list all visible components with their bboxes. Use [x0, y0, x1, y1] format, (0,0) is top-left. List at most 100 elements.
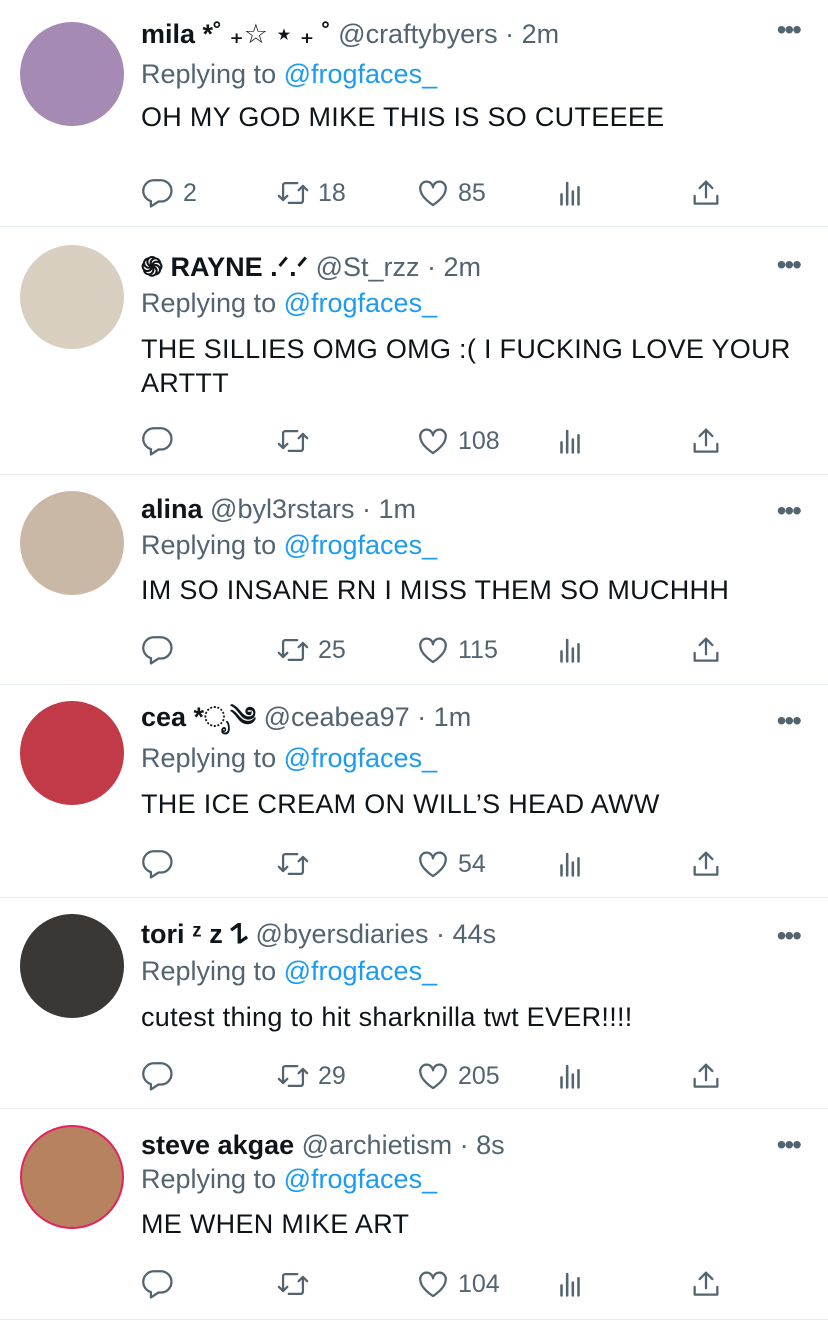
- replying-to: Replying to @frogfaces_: [141, 955, 437, 987]
- analytics-button[interactable]: [553, 632, 587, 668]
- reply-button[interactable]: [141, 1266, 183, 1302]
- more-options-icon[interactable]: •••: [777, 922, 802, 950]
- heart-icon: [419, 1063, 447, 1090]
- like-button[interactable]: 85: [416, 175, 486, 211]
- retweet-button[interactable]: [276, 1266, 318, 1302]
- replying-label: Replying to: [141, 1164, 277, 1194]
- more-options-icon[interactable]: •••: [777, 497, 802, 525]
- like-button[interactable]: 115: [416, 632, 498, 668]
- share-button[interactable]: [689, 1058, 723, 1094]
- analytics-button[interactable]: [553, 423, 587, 459]
- mention-link[interactable]: @frogfaces_: [284, 59, 437, 89]
- heart-icon: [419, 180, 447, 207]
- analytics-button[interactable]: [553, 846, 587, 882]
- analytics-button[interactable]: [553, 1058, 587, 1094]
- tweet-header: steve akgae @archietism · 8s: [141, 1129, 768, 1161]
- reply-tweet[interactable]: mila *˚ ₊☆ ⋆ ₊ ˚ @craftybyers · 2m ••• R…: [0, 0, 828, 227]
- display-name[interactable]: cea *ೃ༄: [141, 702, 256, 732]
- timestamp[interactable]: 44s: [453, 919, 497, 949]
- avatar[interactable]: [20, 914, 124, 1018]
- share-icon: [693, 637, 719, 662]
- reply-tweet[interactable]: tori ᶻ z 𐰁 @byersdiaries · 44s ••• Reply…: [0, 898, 828, 1109]
- mention-link[interactable]: @frogfaces_: [284, 956, 437, 986]
- reply-button[interactable]: 2: [141, 175, 197, 211]
- share-button[interactable]: [689, 423, 723, 459]
- avatar[interactable]: [20, 245, 124, 349]
- tweet-text: ME WHEN MIKE ART: [141, 1209, 410, 1239]
- more-options-icon[interactable]: •••: [777, 251, 802, 279]
- like-count: 115: [458, 635, 498, 664]
- reply-button[interactable]: [141, 846, 183, 882]
- display-name[interactable]: tori ᶻ z 𐰁: [141, 919, 248, 949]
- user-handle[interactable]: @byersdiaries: [256, 919, 429, 949]
- display-name[interactable]: alina: [141, 494, 203, 524]
- reply-button[interactable]: [141, 1058, 183, 1094]
- mention-link[interactable]: @frogfaces_: [284, 1164, 437, 1194]
- like-button[interactable]: 104: [416, 1266, 500, 1302]
- timestamp[interactable]: 1m: [434, 702, 472, 732]
- like-count: 54: [458, 849, 486, 878]
- more-options-icon[interactable]: •••: [777, 1131, 802, 1159]
- heart-icon: [419, 637, 447, 664]
- share-button[interactable]: [689, 175, 723, 211]
- avatar[interactable]: [20, 491, 124, 595]
- user-handle[interactable]: @byl3rstars: [210, 494, 354, 524]
- share-button[interactable]: [689, 846, 723, 882]
- replying-to: Replying to @frogfaces_: [141, 529, 437, 561]
- analytics-button[interactable]: [553, 1266, 587, 1302]
- share-icon: [693, 180, 719, 205]
- retweet-button[interactable]: [276, 423, 318, 459]
- share-icon: [693, 1271, 719, 1296]
- mention-link[interactable]: @frogfaces_: [284, 743, 437, 773]
- tweet-header: tori ᶻ z 𐰁 @byersdiaries · 44s: [141, 918, 768, 950]
- retweet-button[interactable]: 18: [276, 175, 346, 211]
- more-options-icon[interactable]: •••: [777, 707, 802, 735]
- retweet-button[interactable]: 29: [276, 1058, 346, 1094]
- like-button[interactable]: 205: [416, 1058, 500, 1094]
- share-button[interactable]: [689, 1266, 723, 1302]
- user-handle[interactable]: @craftybyers: [338, 19, 497, 49]
- heart-icon: [419, 1271, 447, 1298]
- reply-icon: [142, 1270, 173, 1299]
- reply-tweet[interactable]: alina @byl3rstars · 1m ••• Replying to @…: [0, 475, 828, 685]
- reply-tweet[interactable]: ֍ RAYNE .ᐟ.ᐟ @St_rzz · 2m ••• Replying t…: [0, 227, 828, 475]
- tweet-text: cutest thing to hit sharknilla twt EVER!…: [141, 1002, 633, 1032]
- user-handle[interactable]: @St_rzz: [316, 252, 420, 282]
- avatar[interactable]: [20, 22, 124, 126]
- user-handle[interactable]: @archietism: [302, 1130, 452, 1160]
- reply-tweet[interactable]: cea *ೃ༄ @ceabea97 · 1m ••• Replying to @…: [0, 685, 828, 898]
- replying-label: Replying to: [141, 288, 277, 318]
- retweet-button[interactable]: [276, 846, 318, 882]
- tweet-actions: 2 18 85: [141, 175, 741, 211]
- like-button[interactable]: 108: [416, 423, 500, 459]
- avatar[interactable]: [20, 701, 124, 805]
- tweet-actions: 108: [141, 423, 741, 459]
- retweet-icon: [277, 638, 309, 662]
- retweet-icon: [277, 181, 309, 205]
- reply-button[interactable]: [141, 632, 183, 668]
- timestamp[interactable]: 2m: [444, 252, 482, 282]
- reply-icon: [142, 636, 173, 665]
- tweet-actions: 29 205: [141, 1058, 741, 1094]
- display-name[interactable]: steve akgae: [141, 1130, 294, 1160]
- reply-button[interactable]: [141, 423, 183, 459]
- heart-icon: [419, 428, 447, 455]
- reply-tweet[interactable]: steve akgae @archietism · 8s ••• Replyin…: [0, 1109, 828, 1320]
- analytics-button[interactable]: [553, 175, 587, 211]
- like-count: 104: [458, 1269, 500, 1298]
- display-name[interactable]: mila *˚ ₊☆ ⋆ ₊ ˚: [141, 19, 331, 49]
- timestamp[interactable]: 2m: [522, 19, 560, 49]
- more-options-icon[interactable]: •••: [777, 16, 802, 44]
- analytics-icon: [560, 852, 580, 877]
- avatar[interactable]: [20, 1125, 124, 1229]
- like-button[interactable]: 54: [416, 846, 486, 882]
- retweet-count: 25: [318, 635, 346, 664]
- share-button[interactable]: [689, 632, 723, 668]
- timestamp[interactable]: 8s: [476, 1130, 505, 1160]
- timestamp[interactable]: 1m: [379, 494, 417, 524]
- mention-link[interactable]: @frogfaces_: [284, 530, 437, 560]
- retweet-button[interactable]: 25: [276, 632, 346, 668]
- display-name[interactable]: ֍ RAYNE .ᐟ.ᐟ: [141, 252, 308, 282]
- mention-link[interactable]: @frogfaces_: [284, 288, 437, 318]
- user-handle[interactable]: @ceabea97: [264, 702, 410, 732]
